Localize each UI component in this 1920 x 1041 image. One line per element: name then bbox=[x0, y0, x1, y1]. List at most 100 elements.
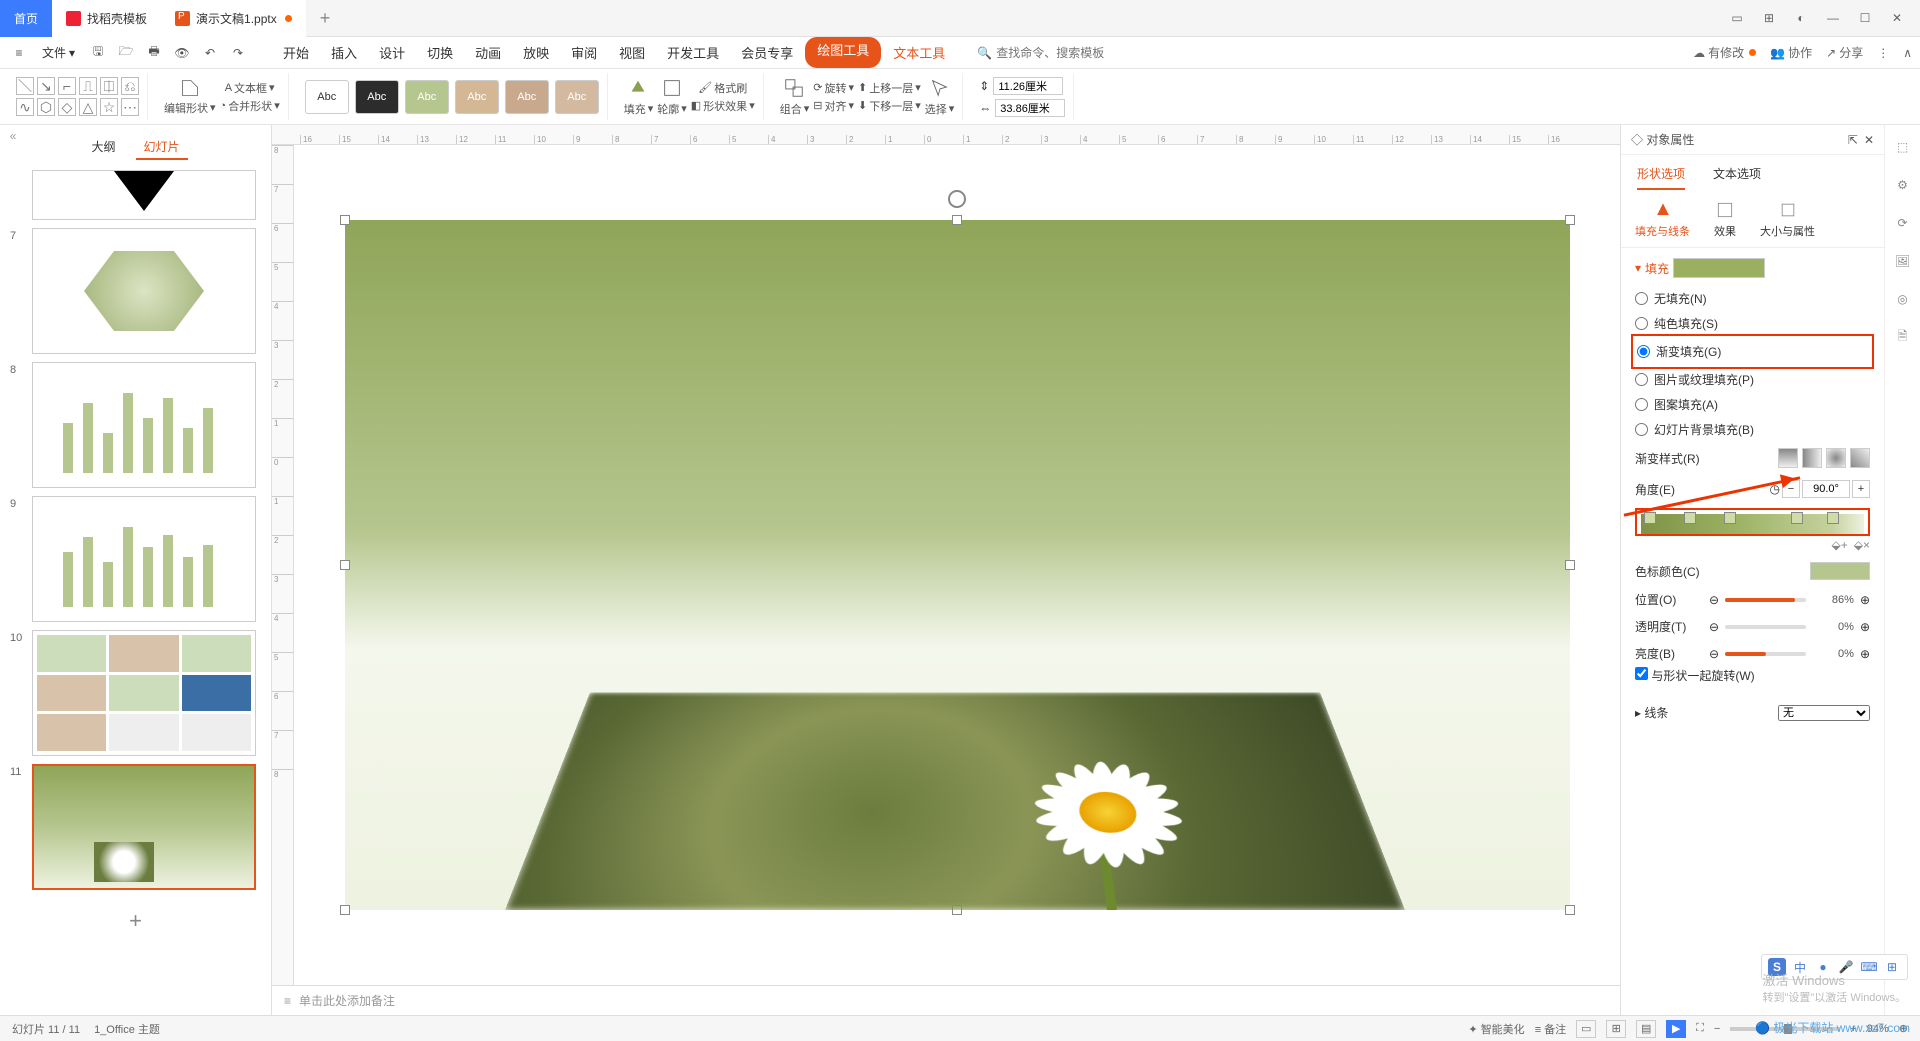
ime-lang[interactable]: 中 bbox=[1791, 958, 1809, 976]
slide-thumb-7[interactable]: 7 bbox=[10, 228, 261, 354]
coop-button[interactable]: 👥 协作 bbox=[1770, 44, 1812, 61]
rb-view[interactable]: 视图 bbox=[609, 37, 655, 68]
view-reading[interactable]: ▤ bbox=[1636, 1020, 1656, 1038]
unsaved-indicator[interactable]: ☁ 有修改 bbox=[1693, 44, 1756, 61]
pos-slider[interactable] bbox=[1725, 598, 1806, 602]
collapse-thumbs-icon[interactable]: « bbox=[6, 129, 20, 143]
rb-transition[interactable]: 切换 bbox=[417, 37, 463, 68]
trans-slider[interactable] bbox=[1725, 625, 1806, 629]
user-avatar[interactable]: ◐ bbox=[1790, 7, 1812, 29]
textbox-btn[interactable]: A 文本框 ▾ bbox=[225, 80, 275, 96]
menu-icon[interactable]: ≡ bbox=[8, 41, 30, 65]
fill-line-subtab[interactable]: 填充与线条 bbox=[1635, 200, 1690, 239]
slide-thumb-9[interactable]: 9 bbox=[10, 496, 261, 622]
notes-pane[interactable]: ≡单击此处添加备注 bbox=[272, 985, 1620, 1015]
rotate-handle[interactable] bbox=[948, 190, 966, 208]
print-icon[interactable]: 🖶 bbox=[143, 41, 165, 65]
ime-menu-icon[interactable]: ⊞ bbox=[1883, 958, 1901, 976]
pos-dec[interactable]: ⊖ bbox=[1709, 593, 1719, 607]
angle-input[interactable] bbox=[1802, 480, 1850, 498]
side-image-icon[interactable]: 🖼 bbox=[1893, 251, 1913, 271]
bright-slider[interactable] bbox=[1725, 652, 1806, 656]
bright-dec[interactable]: ⊖ bbox=[1709, 647, 1719, 661]
layout-icon[interactable]: ▭ bbox=[1726, 7, 1748, 29]
merge-shape-btn[interactable]: ◔ 合并形状 ▾ bbox=[220, 98, 280, 114]
open-icon[interactable]: 🗁 bbox=[115, 41, 137, 65]
outline-tab[interactable]: 大纲 bbox=[83, 135, 123, 160]
collapse-ribbon-icon[interactable]: ∧ bbox=[1903, 46, 1912, 60]
search-input[interactable] bbox=[996, 46, 1146, 60]
remove-stop-icon[interactable]: ⬙× bbox=[1854, 538, 1870, 552]
slide-thumb-11[interactable]: 11 bbox=[10, 764, 261, 890]
maximize-button[interactable]: ☐ bbox=[1854, 7, 1876, 29]
view-normal[interactable]: ▭ bbox=[1576, 1020, 1596, 1038]
text-options-tab[interactable]: 文本选项 bbox=[1713, 165, 1761, 190]
rb-anim[interactable]: 动画 bbox=[465, 37, 511, 68]
notes-btn[interactable]: ≡ 备注 bbox=[1535, 1021, 1566, 1037]
resize-handle-ne[interactable] bbox=[1565, 215, 1575, 225]
resize-handle-w[interactable] bbox=[340, 560, 350, 570]
fill-solid-radio[interactable]: 纯色填充(S) bbox=[1635, 311, 1870, 336]
rb-show[interactable]: 放映 bbox=[513, 37, 559, 68]
save-icon[interactable]: 🖫 bbox=[87, 41, 109, 65]
view-slideshow[interactable]: ▶ bbox=[1666, 1020, 1686, 1038]
select-pane-btn[interactable]: 选择 ▾ bbox=[925, 77, 955, 117]
rb-vip[interactable]: 会员专享 bbox=[731, 37, 803, 68]
rb-design[interactable]: 设计 bbox=[369, 37, 415, 68]
view-sorter[interactable]: ⊞ bbox=[1606, 1020, 1626, 1038]
group-btn[interactable]: 组合 ▾ bbox=[780, 77, 810, 117]
shape-options-tab[interactable]: 形状选项 bbox=[1637, 165, 1685, 190]
rb-dev[interactable]: 开发工具 bbox=[657, 37, 729, 68]
fill-btn[interactable]: 填充 ▾ bbox=[624, 77, 654, 117]
side-doc-icon[interactable]: 🗎 bbox=[1893, 327, 1913, 347]
apps-icon[interactable]: ⊞ bbox=[1758, 7, 1780, 29]
rb-texttools[interactable]: 文本工具 bbox=[883, 37, 955, 68]
stop-color-swatch[interactable] bbox=[1810, 562, 1870, 580]
rb-start[interactable]: 开始 bbox=[273, 37, 319, 68]
height-input[interactable] bbox=[993, 77, 1063, 95]
rotate-btn[interactable]: ⟳ 旋转 ▾ bbox=[813, 80, 854, 96]
ime-toolbar[interactable]: S 中 ● 🎤 ⌨ ⊞ bbox=[1761, 954, 1908, 980]
side-settings-icon[interactable]: ⚙ bbox=[1893, 175, 1913, 195]
side-select-icon[interactable]: ⬚ bbox=[1893, 137, 1913, 157]
send-backward-btn[interactable]: ⬇ 下移一层 ▾ bbox=[858, 98, 921, 114]
panel-close-icon[interactable]: ✕ bbox=[1864, 133, 1874, 147]
resize-handle-e[interactable] bbox=[1565, 560, 1575, 570]
fill-section-toggle[interactable]: ▾ 填充 bbox=[1635, 258, 1870, 278]
add-stop-icon[interactable]: ⬙+ bbox=[1832, 538, 1848, 552]
tab-docer[interactable]: 找稻壳模板 bbox=[52, 0, 161, 37]
photo-3d[interactable] bbox=[505, 693, 1405, 910]
file-menu[interactable]: 文件 ▾ bbox=[36, 44, 81, 61]
panel-pin-icon[interactable]: ⇱ bbox=[1848, 133, 1858, 147]
command-search[interactable]: 🔍 bbox=[977, 46, 1146, 60]
zoom-out[interactable]: − bbox=[1714, 1023, 1720, 1035]
more-icon[interactable]: ⋮ bbox=[1877, 46, 1889, 60]
line-section-toggle[interactable]: ▸ 线条 bbox=[1635, 704, 1668, 721]
angle-inc[interactable]: + bbox=[1852, 480, 1870, 498]
ime-punct-icon[interactable]: ● bbox=[1814, 958, 1832, 976]
outline-btn[interactable]: 轮廓 ▾ bbox=[657, 77, 687, 117]
trans-dec[interactable]: ⊖ bbox=[1709, 620, 1719, 634]
beautify-btn[interactable]: ✦ 智能美化 bbox=[1468, 1021, 1524, 1037]
redo-icon[interactable]: ↷ bbox=[227, 41, 249, 65]
tab-add[interactable]: + bbox=[306, 8, 345, 29]
fill-color-swatch[interactable] bbox=[1673, 258, 1765, 278]
slides-tab[interactable]: 幻灯片 bbox=[136, 135, 188, 160]
fit-icon[interactable]: ⛶ bbox=[1696, 1022, 1704, 1035]
pos-inc[interactable]: ⊕ bbox=[1860, 593, 1870, 607]
rb-review[interactable]: 审阅 bbox=[561, 37, 607, 68]
rb-drawtools[interactable]: 绘图工具 bbox=[805, 37, 881, 68]
rb-insert[interactable]: 插入 bbox=[321, 37, 367, 68]
slide-canvas[interactable] bbox=[294, 145, 1620, 985]
shape-effect-btn[interactable]: ◧ 形状效果 ▾ bbox=[691, 98, 755, 114]
slide-thumb-10[interactable]: 10 bbox=[10, 630, 261, 756]
fill-slidebg-radio[interactable]: 幻灯片背景填充(B) bbox=[1635, 417, 1870, 442]
fill-pattern-radio[interactable]: 图案填充(A) bbox=[1635, 392, 1870, 417]
slide-thumb-8[interactable]: 8 bbox=[10, 362, 261, 488]
ime-logo-icon[interactable]: S bbox=[1768, 958, 1786, 976]
style-gallery[interactable]: Abc Abc Abc Abc Abc Abc bbox=[305, 80, 599, 114]
width-input[interactable] bbox=[995, 99, 1065, 117]
fill-none-radio[interactable]: 无填充(N) bbox=[1635, 286, 1870, 311]
tab-home[interactable]: 首页 bbox=[0, 0, 52, 37]
grad-preset[interactable] bbox=[1778, 448, 1870, 468]
